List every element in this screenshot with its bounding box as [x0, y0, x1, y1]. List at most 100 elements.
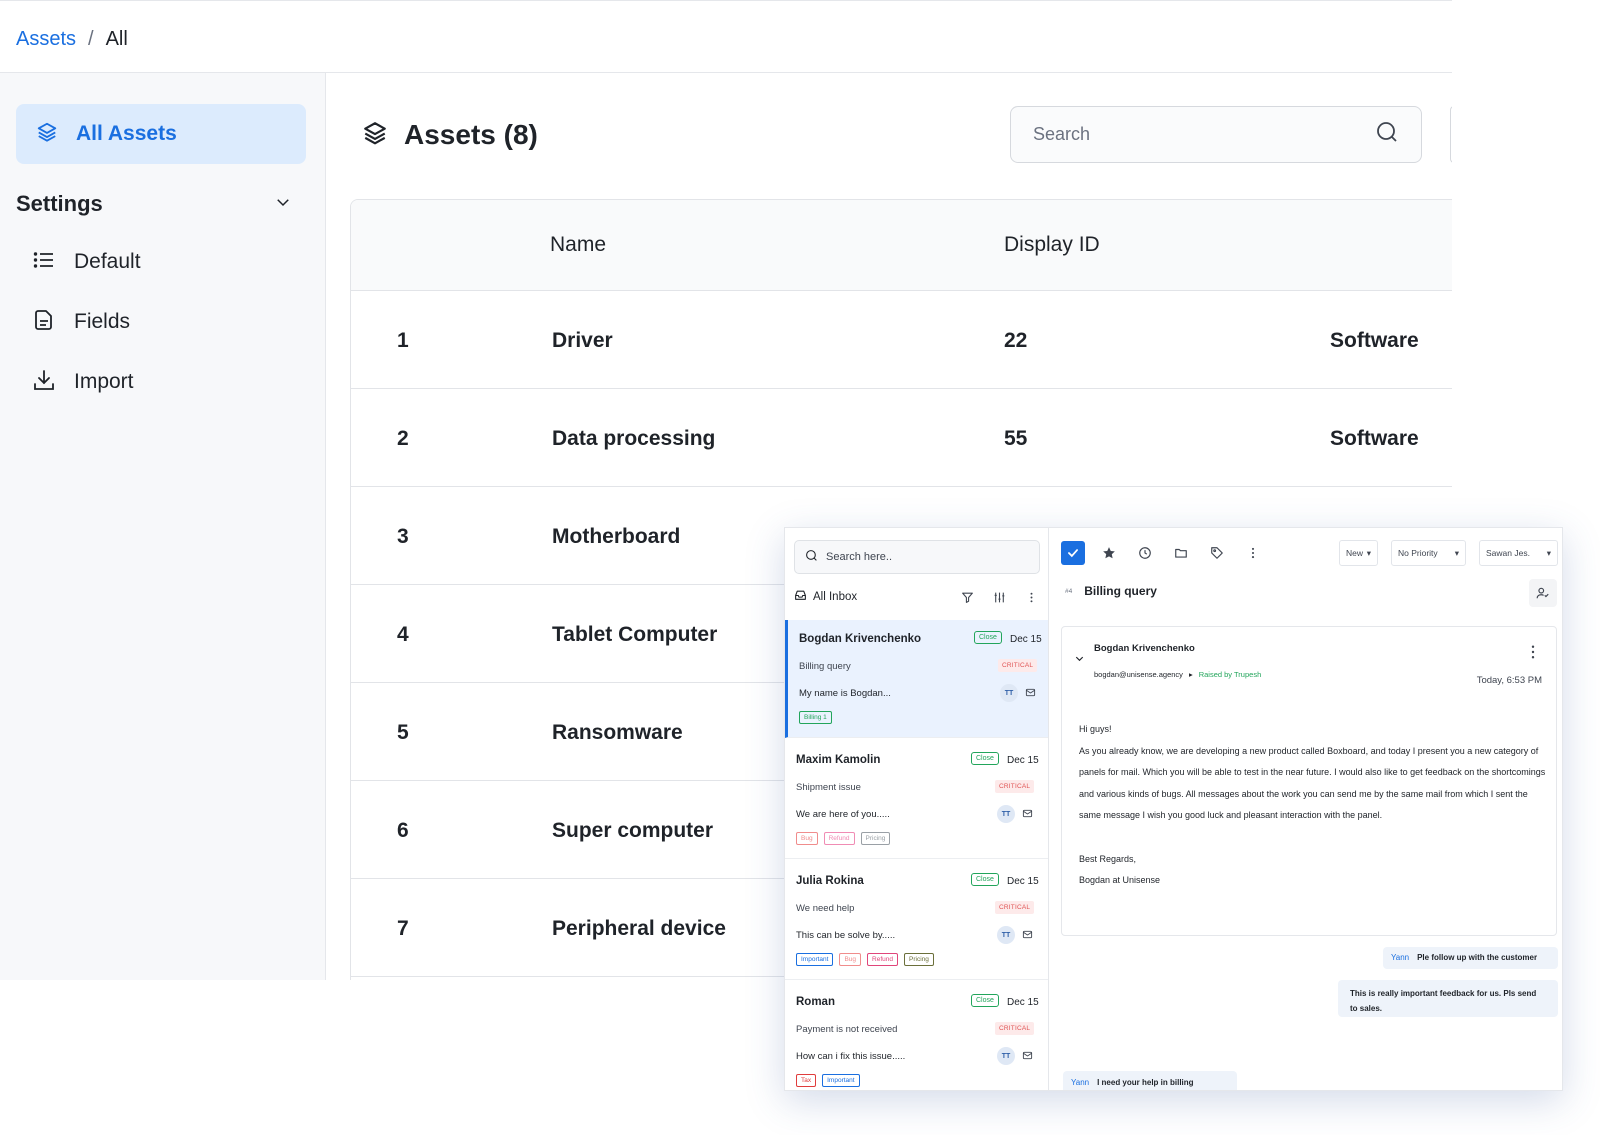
message-signoff: Best Regards, [1079, 853, 1137, 864]
row-display-id: 55 [1004, 427, 1028, 450]
column-header-name[interactable]: Name [550, 233, 606, 257]
conversation-subject: Payment is not received [796, 1024, 898, 1035]
status-badge: Close [974, 631, 1002, 644]
message-body: Hi guys! As you already know, we are dev… [1079, 719, 1549, 892]
status-badge: Close [971, 752, 999, 765]
conversation-subject: Billing query [799, 661, 851, 672]
layers-icon [36, 121, 58, 148]
status-dropdown[interactable]: New ▾ [1339, 540, 1378, 566]
clock-icon[interactable] [1133, 541, 1157, 565]
folder-icon[interactable] [1169, 541, 1193, 565]
sidebar-item-fields[interactable]: Fields [32, 302, 306, 342]
note-author: Yann [1391, 953, 1410, 962]
page-title: Assets (8) [404, 119, 538, 150]
mail-icon [1022, 808, 1033, 822]
conversation-item[interactable]: Roman Close Dec 15 Payment is not receiv… [785, 983, 1048, 1090]
inbox-selector[interactable]: All Inbox [813, 591, 857, 603]
breadcrumb-current: All [105, 27, 128, 50]
tag[interactable]: Billing 1 [799, 711, 832, 724]
tag-list: Billing 1 [799, 711, 832, 724]
priority-badge: CRITICAL [995, 1022, 1035, 1035]
inbox-search-input[interactable] [826, 551, 1026, 563]
filter-icon[interactable] [956, 586, 978, 608]
priority-dropdown[interactable]: No Priority ▾ [1391, 540, 1466, 566]
note-text: I need your help in billing [1097, 1078, 1194, 1087]
priority-value: No Priority [1398, 548, 1438, 558]
row-index: 6 [397, 819, 409, 842]
sidebar-item-label: Fields [74, 310, 131, 333]
message-meta: bogdan@unisense.agency ▸ Raised by Trupe… [1094, 670, 1261, 679]
column-header-display-id[interactable]: Display ID [1004, 233, 1100, 257]
row-name[interactable]: Super computer [552, 819, 713, 843]
tag[interactable]: Pricing [904, 953, 934, 966]
check-icon[interactable] [1061, 541, 1085, 565]
conversation-subject: We need help [796, 903, 855, 914]
avatar: TT [997, 1047, 1015, 1065]
search-icon[interactable] [1375, 120, 1399, 149]
message-time: Today, 6:53 PM [1476, 675, 1542, 686]
row-name[interactable]: Tablet Computer [552, 623, 717, 647]
breadcrumb-assets-link[interactable]: Assets [16, 28, 76, 51]
page-title-row: Assets (8) [362, 113, 538, 157]
row-name[interactable]: Ransomware [552, 721, 683, 745]
sidebar-item-default[interactable]: Default [32, 242, 306, 282]
message-signature: Bogdan at Unisense [1079, 875, 1161, 886]
tag[interactable]: Refund [867, 953, 899, 966]
internal-note: Yann I need your help in billing [1063, 1071, 1237, 1090]
row-name[interactable]: Data processing [552, 427, 715, 451]
tag[interactable]: Tax [796, 1074, 817, 1087]
caret-down-icon: ▾ [1454, 547, 1459, 558]
status-badge: Close [971, 873, 999, 886]
tag[interactable]: Bug [796, 832, 818, 845]
toolbar-button-partial[interactable] [1450, 106, 1452, 163]
message-sender: Bogdan Krivenchenko [1094, 643, 1195, 654]
sidebar-item-import[interactable]: Import [32, 362, 306, 402]
row-index: 5 [397, 721, 409, 744]
caret-down-icon: ▾ [1546, 547, 1551, 558]
download-icon [32, 368, 56, 397]
ticket-header: #4 Billing query [1065, 584, 1157, 598]
assignee-value: Sawan Jes. [1486, 548, 1530, 558]
chevron-down-icon[interactable] [1074, 653, 1085, 667]
message-greeting: Hi guys! [1079, 724, 1112, 734]
row-type: Software [1330, 427, 1419, 450]
conversation-item[interactable]: Julia Rokina Close Dec 15 We need help C… [785, 862, 1048, 980]
row-name[interactable]: Peripheral device [552, 917, 726, 941]
priority-badge: CRITICAL [995, 780, 1035, 793]
row-index: 2 [397, 427, 409, 450]
tag[interactable]: Bug [839, 953, 862, 966]
search-input[interactable] [1033, 124, 1333, 145]
table-row[interactable]: 1 Driver 22 Software [351, 291, 1452, 389]
sidebar-item-label: Import [74, 370, 134, 393]
tag[interactable]: Important [822, 1074, 860, 1087]
sliders-icon[interactable] [988, 586, 1010, 608]
layers-icon [362, 120, 388, 151]
message-text: As you already know, we are developing a… [1079, 745, 1546, 821]
row-index: 3 [397, 525, 409, 548]
row-name[interactable]: Driver [552, 329, 613, 353]
assignee-dropdown[interactable]: Sawan Jes. ▾ [1479, 540, 1558, 566]
assign-user-icon[interactable] [1529, 579, 1557, 607]
internal-note: This is really important feedback for us… [1338, 980, 1558, 1017]
raised-by: Raised by Trupesh [1198, 670, 1262, 679]
conversation-preview: How can i fix this issue..... [796, 1051, 906, 1062]
table-row[interactable]: 2 Data processing 55 Software [351, 389, 1452, 487]
conversation-preview: We are here of you..... [796, 809, 890, 820]
sidebar-item-all-assets[interactable]: All Assets [16, 104, 306, 164]
tag[interactable]: Important [796, 953, 834, 966]
conversation-item[interactable]: Bogdan Krivenchenko Close Dec 15 Billing… [785, 620, 1048, 738]
sender-email[interactable]: bogdan@unisense.agency [1094, 670, 1183, 679]
conversation-list-pane: All Inbox Bogdan Krivenchenko Close Dec … [785, 528, 1049, 1090]
star-icon[interactable] [1097, 541, 1121, 565]
ticket-toolbar [1061, 540, 1265, 566]
more-vertical-icon[interactable] [1020, 586, 1042, 608]
avatar: TT [1000, 684, 1018, 702]
sidebar-settings-toggle[interactable]: Settings [16, 186, 306, 222]
row-name[interactable]: Motherboard [552, 525, 680, 549]
tag[interactable]: Refund [823, 832, 855, 845]
tag-icon[interactable] [1205, 541, 1229, 565]
more-vertical-icon[interactable] [1524, 643, 1542, 661]
conversation-item[interactable]: Maxim Kamolin Close Dec 15 Shipment issu… [785, 741, 1048, 859]
more-vertical-icon[interactable] [1241, 541, 1265, 565]
tag[interactable]: Pricing [860, 832, 891, 845]
